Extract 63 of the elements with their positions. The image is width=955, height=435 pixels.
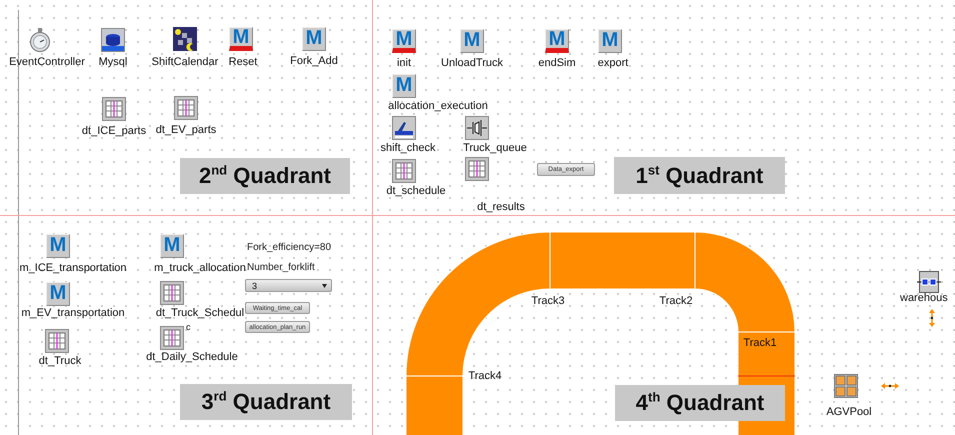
method-icon: M bbox=[302, 27, 326, 51]
method-icon: M bbox=[545, 29, 569, 53]
object-label: Fork_Add bbox=[290, 55, 338, 68]
connector-icon bbox=[881, 383, 899, 389]
object-label: warehous bbox=[900, 292, 948, 305]
method-icon: M bbox=[160, 234, 184, 258]
object-label: AGVPool bbox=[826, 406, 872, 419]
table-icon bbox=[45, 329, 69, 353]
variable-text: Fork_efficiency=80 bbox=[247, 242, 332, 253]
object-label: export bbox=[598, 57, 628, 70]
object-label: dt_schedule bbox=[386, 185, 446, 198]
quadrant-title: 2$^{nd}$ Quadrant bbox=[180, 158, 350, 194]
object-label: m_truck_allocation bbox=[154, 262, 246, 275]
method-icon: M bbox=[392, 74, 416, 98]
store-icon bbox=[917, 270, 941, 294]
method-icon: M bbox=[229, 27, 253, 51]
object-label: dt_EV_parts bbox=[156, 124, 216, 137]
object-label: init bbox=[396, 57, 412, 70]
object-label: endSim bbox=[538, 57, 576, 70]
method-icon: M bbox=[598, 29, 622, 53]
object-label: dt_results bbox=[477, 201, 525, 214]
object-label: dt_Truck_Schedul bbox=[156, 307, 244, 320]
method-icon: M bbox=[46, 282, 70, 306]
method-icon: M bbox=[392, 29, 416, 53]
object-label: dt_Daily_Schedule bbox=[146, 351, 238, 364]
table-icon bbox=[174, 96, 198, 120]
quadrant-title: 3$^{rd}$ Quadrant bbox=[180, 384, 352, 420]
object-label: EventController bbox=[9, 56, 85, 69]
dropdown[interactable]: 3 bbox=[245, 279, 332, 292]
database-icon bbox=[101, 28, 125, 52]
track-label: Track3 bbox=[531, 295, 565, 307]
method-icon: M bbox=[46, 234, 70, 258]
quadrant-title: 1$^{st}$ Quadrant bbox=[614, 157, 785, 194]
stopwatch-icon bbox=[28, 28, 52, 52]
object-label: dt_ICE_parts bbox=[82, 125, 146, 138]
table-icon bbox=[465, 157, 489, 181]
object-label: dt_Truck bbox=[38, 355, 82, 368]
table-icon bbox=[160, 281, 184, 305]
object-label: shift_check bbox=[380, 142, 436, 155]
object-label: m_ICE_transportation bbox=[20, 262, 126, 275]
object-label: Reset bbox=[228, 56, 258, 69]
table-icon bbox=[392, 159, 416, 183]
object-label: allocation_execution bbox=[388, 100, 488, 113]
object-label: Mysql bbox=[98, 56, 128, 69]
shift-icon bbox=[392, 116, 416, 140]
connector-icon bbox=[929, 309, 935, 327]
badge-mark: c bbox=[186, 323, 190, 332]
quadrant-title: 4$^{th}$ Quadrant bbox=[615, 385, 785, 421]
method-icon: M bbox=[460, 29, 484, 53]
object-label: Truck_queue bbox=[463, 142, 527, 155]
object-label: m_EV_transportation bbox=[21, 307, 125, 320]
variable-text: Number_forklift bbox=[247, 262, 315, 273]
grid-icon bbox=[834, 374, 858, 398]
caret-icon bbox=[322, 284, 327, 288]
object-label: UnloadTruck bbox=[441, 57, 503, 70]
table-icon bbox=[160, 326, 184, 350]
track-label: Track1 bbox=[743, 337, 777, 349]
calendar-icon bbox=[173, 27, 197, 51]
queue-icon bbox=[465, 116, 489, 140]
track-label: Track2 bbox=[659, 295, 693, 307]
track-label: Track4 bbox=[468, 370, 502, 382]
table-icon bbox=[102, 97, 126, 121]
object-label: ShiftCalendar bbox=[152, 56, 218, 69]
